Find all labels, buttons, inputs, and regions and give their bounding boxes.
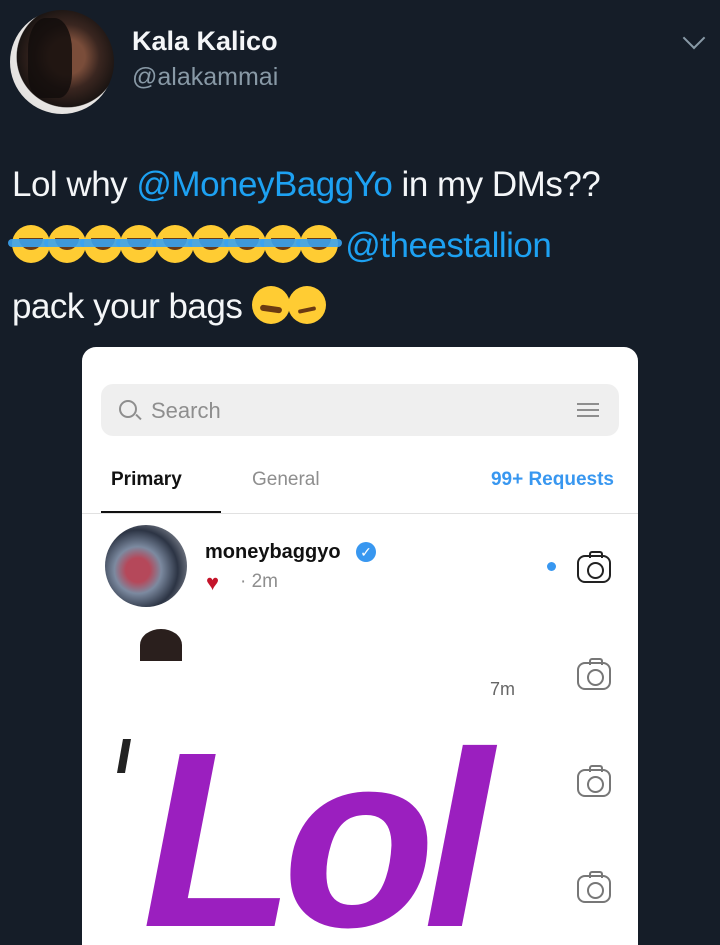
- verified-badge-icon: ✓: [356, 542, 376, 562]
- avatar-fragment: [117, 739, 131, 773]
- conversation-username: moneybaggyo: [205, 541, 341, 563]
- chevron-down-icon[interactable]: [682, 26, 706, 50]
- tweet-text: Lol why @MoneyBaggYo in my DMs?? @theest…: [8, 154, 712, 337]
- avatar-fragment: [140, 629, 182, 661]
- heart-icon: ♥: [206, 570, 220, 595]
- tweet-text-part2: in my DMs??: [392, 165, 601, 204]
- camera-icon: [577, 871, 611, 903]
- lol-overlay-text: Lol: [142, 700, 493, 945]
- search-bar: Search: [101, 384, 619, 436]
- smirking-face-icon: [287, 286, 326, 324]
- search-placeholder: Search: [151, 398, 221, 423]
- woozy-face-icon: [251, 286, 290, 324]
- filter-icon: [577, 399, 599, 421]
- camera-icon: [577, 551, 611, 583]
- author-avatar[interactable]: [10, 10, 114, 114]
- mention-theestallion[interactable]: @theestallion: [345, 226, 552, 265]
- author-handle[interactable]: @alakammai: [132, 63, 278, 92]
- unread-dot: [547, 562, 556, 571]
- conversation-time: · 2m: [240, 571, 278, 592]
- attached-screenshot[interactable]: Search Primary General 99+ Requests mone…: [82, 347, 638, 945]
- tears-of-joy-icon: [296, 225, 342, 263]
- camera-icon: [577, 765, 611, 797]
- author-name[interactable]: Kala Kalico: [132, 26, 278, 57]
- mention-moneybaggyo[interactable]: @MoneyBaggYo: [136, 165, 392, 204]
- tweet-text-part3: pack your bags: [12, 287, 243, 326]
- search-icon: [119, 400, 137, 418]
- tweet-text-part1: Lol why: [12, 165, 137, 204]
- tab-requests: 99+ Requests: [490, 469, 614, 490]
- tab-divider: [82, 513, 638, 514]
- conversation-avatar: [105, 525, 187, 607]
- tab-general: General: [252, 469, 320, 490]
- camera-icon: [577, 658, 611, 690]
- conversation-time-2: 7m: [490, 679, 516, 699]
- tab-primary: Primary: [111, 469, 182, 490]
